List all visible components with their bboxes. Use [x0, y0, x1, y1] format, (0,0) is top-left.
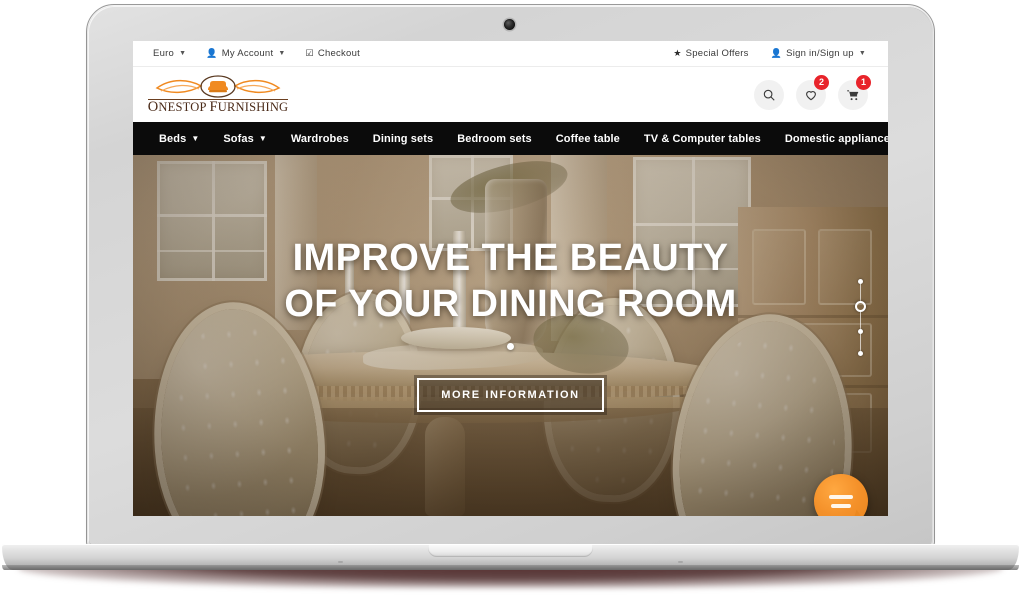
nav-item-domestic-appliances[interactable]: Domestic appliances — [773, 133, 888, 145]
special-offers-link[interactable]: ★ Special Offers — [673, 48, 748, 59]
nav-label: Wardrobes — [290, 132, 349, 145]
topbar-left-group: Euro ▼ 👤 My Account ▼ ☑ Checkout — [153, 48, 380, 59]
furniture-crest-icon — [155, 75, 281, 98]
my-account-menu[interactable]: 👤 My Account ▼ — [206, 48, 285, 59]
currency-label: Euro — [153, 48, 175, 59]
nav-item-tv-computer-tables[interactable]: TV & Computer tables — [632, 133, 773, 145]
cart-badge: 1 — [856, 74, 871, 90]
nav-label: TV & Computer tables — [643, 132, 761, 145]
laptop-mockup: Euro ▼ 👤 My Account ▼ ☑ Checkout ★ Speci… — [0, 0, 1021, 600]
special-offers-label: Special Offers — [685, 48, 749, 59]
checkbox-check-icon: ☑ — [305, 48, 314, 58]
website-page: Euro ▼ 👤 My Account ▼ ☑ Checkout ★ Speci… — [133, 41, 888, 516]
chevron-down-icon: ▼ — [258, 134, 267, 143]
site-header: ONESTOP FURNISHING 2 1 — [133, 67, 888, 122]
chevron-down-icon: ▼ — [858, 50, 866, 57]
wishlist-badge: 2 — [814, 74, 829, 90]
search-icon — [763, 89, 775, 101]
laptop-base-vent — [678, 561, 683, 563]
chevron-down-icon: ▼ — [278, 50, 286, 57]
nav-label: Sofas — [223, 132, 254, 145]
nav-label: Bedroom sets — [457, 132, 532, 145]
screen-viewport: Euro ▼ 👤 My Account ▼ ☑ Checkout ★ Speci… — [133, 41, 888, 516]
user-icon: 👤 — [206, 48, 218, 58]
site-logo[interactable]: ONESTOP FURNISHING — [147, 75, 289, 114]
chevron-down-icon: ▼ — [191, 134, 200, 143]
main-navigation: Beds ▼ Sofas ▼ Wardrobes Dining sets Bed… — [133, 122, 888, 155]
cart-button[interactable]: 1 — [838, 74, 871, 110]
nav-item-dining-sets[interactable]: Dining sets — [361, 133, 445, 145]
nav-label: Beds — [159, 132, 187, 145]
hero-title-line-1: IMPROVE THE BEAUTY — [292, 237, 729, 279]
nav-label: Domestic appliances — [784, 132, 888, 145]
currency-selector[interactable]: Euro ▼ — [153, 48, 186, 59]
laptop-base-vent — [338, 561, 343, 563]
nav-item-coffee-table[interactable]: Coffee table — [544, 133, 632, 145]
signin-signup-label: Sign in/Sign up — [786, 48, 854, 59]
nav-item-sofas[interactable]: Sofas ▼ — [211, 133, 279, 145]
webcam-icon — [504, 19, 515, 30]
slider-pagination — [855, 279, 866, 356]
heart-icon — [806, 90, 816, 100]
nav-label: Dining sets — [372, 132, 434, 145]
search-button[interactable] — [754, 79, 784, 110]
my-account-label: My Account — [221, 48, 274, 59]
nav-item-beds[interactable]: Beds ▼ — [147, 133, 211, 145]
star-icon: ★ — [673, 48, 682, 58]
hero-title-separator-dot — [507, 343, 514, 350]
header-icon-group: 2 1 — [754, 74, 871, 110]
slider-connector — [860, 284, 861, 301]
cart-icon — [847, 89, 859, 100]
nav-label: Coffee table — [555, 132, 620, 145]
chevron-down-icon: ▼ — [179, 50, 187, 57]
hero-content: IMPROVE THE BEAUTY OF YOUR DINING ROOM M… — [133, 155, 888, 516]
slider-dot-4[interactable] — [858, 351, 863, 356]
chat-bubble-icon — [829, 494, 853, 499]
slider-connector — [860, 312, 861, 329]
wishlist-button[interactable]: 2 — [796, 74, 829, 110]
slider-connector — [860, 334, 861, 351]
laptop-base-notch — [428, 545, 593, 557]
slider-dot-2-active[interactable] — [855, 301, 866, 312]
signin-signup-menu[interactable]: 👤 Sign in/Sign up ▼ — [771, 48, 866, 59]
hero-title-line-2: OF YOUR DINING ROOM — [284, 283, 737, 325]
logo-wordmark: ONESTOP FURNISHING — [147, 99, 289, 115]
user-icon: 👤 — [770, 48, 783, 58]
nav-item-bedroom-sets[interactable]: Bedroom sets — [445, 133, 544, 145]
topbar-right-group: ★ Special Offers 👤 Sign in/Sign up ▼ — [651, 48, 866, 59]
top-utility-bar: Euro ▼ 👤 My Account ▼ ☑ Checkout ★ Speci… — [133, 41, 888, 67]
checkout-link[interactable]: ☑ Checkout — [306, 48, 360, 59]
hero-slider: IMPROVE THE BEAUTY OF YOUR DINING ROOM M… — [133, 155, 888, 516]
nav-item-wardrobes[interactable]: Wardrobes — [279, 133, 361, 145]
chat-bubble-icon — [831, 503, 851, 508]
more-information-button[interactable]: MORE INFORMATION — [417, 378, 604, 412]
checkout-label: Checkout — [317, 48, 360, 59]
